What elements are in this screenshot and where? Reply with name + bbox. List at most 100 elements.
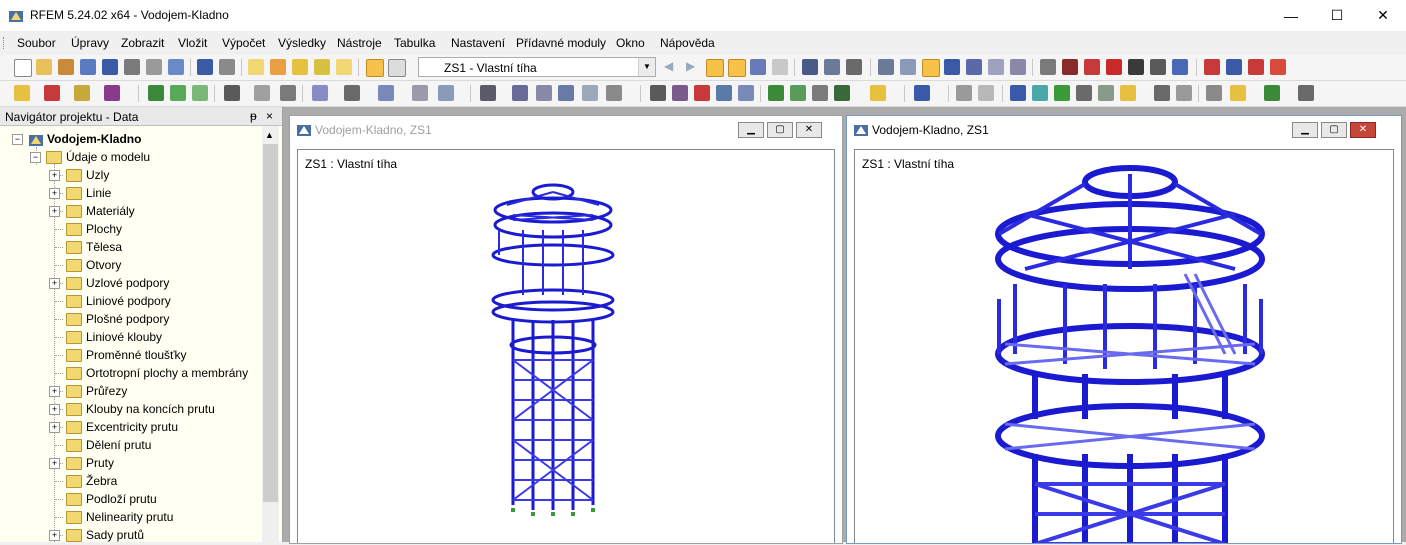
expand-icon[interactable]: + xyxy=(49,458,60,469)
expand-icon[interactable]: + xyxy=(49,530,60,541)
member-icon[interactable] xyxy=(1084,59,1100,75)
previous-load-case-icon[interactable]: ◀ xyxy=(664,59,680,75)
printout-report-icon[interactable] xyxy=(168,59,184,75)
new-member-set-icon[interactable] xyxy=(104,85,120,101)
menu-nastroje[interactable]: Nástroje xyxy=(337,36,382,50)
dimension-icon[interactable] xyxy=(870,85,886,101)
deformation-icon[interactable] xyxy=(802,59,818,75)
print-graphic-icon[interactable] xyxy=(146,59,162,75)
window-1-restore[interactable]: ▢ xyxy=(767,122,793,138)
export-dxf-icon[interactable] xyxy=(1226,59,1242,75)
settings-icon[interactable] xyxy=(1172,59,1188,75)
legend-icon[interactable] xyxy=(1264,85,1280,101)
axis-y-icon[interactable] xyxy=(790,85,806,101)
solid-icon[interactable] xyxy=(312,85,328,101)
data-view-icon[interactable] xyxy=(366,59,384,77)
snap-icon[interactable] xyxy=(1076,85,1092,101)
axis-x-icon[interactable] xyxy=(768,85,784,101)
close-icon[interactable]: × xyxy=(266,109,273,123)
plane-icon[interactable] xyxy=(1032,85,1048,101)
delete-icon[interactable] xyxy=(1106,59,1122,75)
values-icon[interactable] xyxy=(772,59,788,75)
graphic-view-1[interactable]: ZS1 : Vlastní tíha xyxy=(297,149,835,543)
mesh-icon[interactable] xyxy=(900,59,916,75)
save-all-icon[interactable] xyxy=(80,59,96,75)
pdf-icon[interactable] xyxy=(1248,59,1264,75)
new-file-icon[interactable] xyxy=(14,59,32,77)
target-icon[interactable] xyxy=(292,59,308,75)
menu-zobrazit[interactable]: Zobrazit xyxy=(121,36,164,50)
frame-icon[interactable] xyxy=(716,85,732,101)
area-load-icon[interactable] xyxy=(280,85,296,101)
window-2-caption[interactable]: Vodojem-Kladno, ZS1 ▁ ▢ ✕ xyxy=(847,116,1401,144)
menu-nastaveni[interactable]: Nastavení xyxy=(451,36,505,50)
generate-icon[interactable] xyxy=(558,85,574,101)
window-1-close[interactable]: ✕ xyxy=(796,122,822,138)
menu-napoveda[interactable]: Nápověda xyxy=(660,36,715,50)
guide-line-icon[interactable] xyxy=(1098,85,1114,101)
calculate-all-icon[interactable] xyxy=(672,85,688,101)
collapse-icon[interactable]: − xyxy=(12,134,23,145)
level-icon[interactable] xyxy=(1010,85,1026,101)
menu-vysledky[interactable]: Výsledky xyxy=(278,36,326,50)
expand-icon[interactable]: + xyxy=(49,188,60,199)
expand-icon[interactable]: + xyxy=(49,170,60,181)
undo-icon[interactable] xyxy=(197,59,213,75)
support-icon[interactable] xyxy=(1128,59,1144,75)
window-2-restore[interactable]: ▢ xyxy=(1321,122,1347,138)
coordinate-icon[interactable] xyxy=(834,85,850,101)
line-icon[interactable] xyxy=(1062,59,1078,75)
diagram-icon[interactable] xyxy=(1298,85,1314,101)
save-icon[interactable] xyxy=(102,59,118,75)
menu-upravy[interactable]: Úpravy xyxy=(71,36,109,50)
expand-icon[interactable]: + xyxy=(49,278,60,289)
view-icon[interactable] xyxy=(750,59,766,75)
load-case-select[interactable]: ZS1 - Vlastní tíha ▼ xyxy=(418,57,656,77)
node-icon[interactable] xyxy=(1040,59,1056,75)
graphic-view-2[interactable]: ZS1 : Vlastní tíha xyxy=(854,149,1394,543)
result-icon[interactable] xyxy=(694,85,710,101)
minimize-button[interactable]: — xyxy=(1268,0,1314,31)
notes-icon[interactable] xyxy=(1206,85,1222,101)
expand-icon[interactable]: + xyxy=(49,386,60,397)
table-icon[interactable] xyxy=(388,59,406,77)
model-check-icon[interactable] xyxy=(582,85,598,101)
iso-view-icon[interactable] xyxy=(966,59,982,75)
calculate-icon[interactable] xyxy=(650,85,666,101)
line-load-icon[interactable] xyxy=(254,85,270,101)
view-y-icon[interactable] xyxy=(1010,59,1026,75)
new-surface-icon[interactable] xyxy=(192,85,208,101)
menu-pridavne-moduly[interactable]: Přídavné moduly xyxy=(516,36,606,50)
window-1-minimize[interactable]: ▁ xyxy=(738,122,764,138)
navigator-scrollbar[interactable]: ▲ xyxy=(262,126,279,542)
menu-vypocet[interactable]: Výpočet xyxy=(222,36,265,50)
print-icon[interactable] xyxy=(124,59,140,75)
next-load-case-icon[interactable]: ▶ xyxy=(686,59,702,75)
pin-icon[interactable]: ᵽ xyxy=(250,109,257,123)
chevron-down-icon[interactable]: ▼ xyxy=(638,58,655,76)
grid-icon[interactable] xyxy=(846,59,862,75)
render-icon[interactable] xyxy=(914,85,930,101)
connect-icon[interactable] xyxy=(512,85,528,101)
menu-soubor[interactable]: Soubor xyxy=(17,36,56,50)
window-1-caption[interactable]: Vodojem-Kladno, ZS1 ▁ ▢ ✕ xyxy=(290,116,842,144)
color-scale-icon[interactable] xyxy=(1230,85,1246,101)
window-2-minimize[interactable]: ▁ xyxy=(1292,122,1318,138)
rotate-icon[interactable] xyxy=(412,85,428,101)
open-folder-icon[interactable] xyxy=(36,59,52,75)
hinge-icon[interactable] xyxy=(1150,59,1166,75)
new-line-icon[interactable] xyxy=(44,85,60,101)
result-values-icon[interactable] xyxy=(728,59,746,77)
collapse-icon[interactable]: − xyxy=(30,152,41,163)
export-icon[interactable] xyxy=(1204,59,1220,75)
mirror-icon[interactable] xyxy=(438,85,454,101)
divide-icon[interactable] xyxy=(480,85,496,101)
view-x-icon[interactable] xyxy=(988,59,1004,75)
report-pdf-icon[interactable] xyxy=(1270,59,1286,75)
paste-icon[interactable] xyxy=(336,59,352,75)
scrollbar-thumb[interactable] xyxy=(263,144,278,502)
section-icon[interactable] xyxy=(824,59,840,75)
model-window-1[interactable]: Vodojem-Kladno, ZS1 ▁ ▢ ✕ ZS1 : Vlastní … xyxy=(289,115,843,544)
layers-icon[interactable] xyxy=(1120,85,1136,101)
close-button[interactable]: ✕ xyxy=(1360,0,1406,31)
